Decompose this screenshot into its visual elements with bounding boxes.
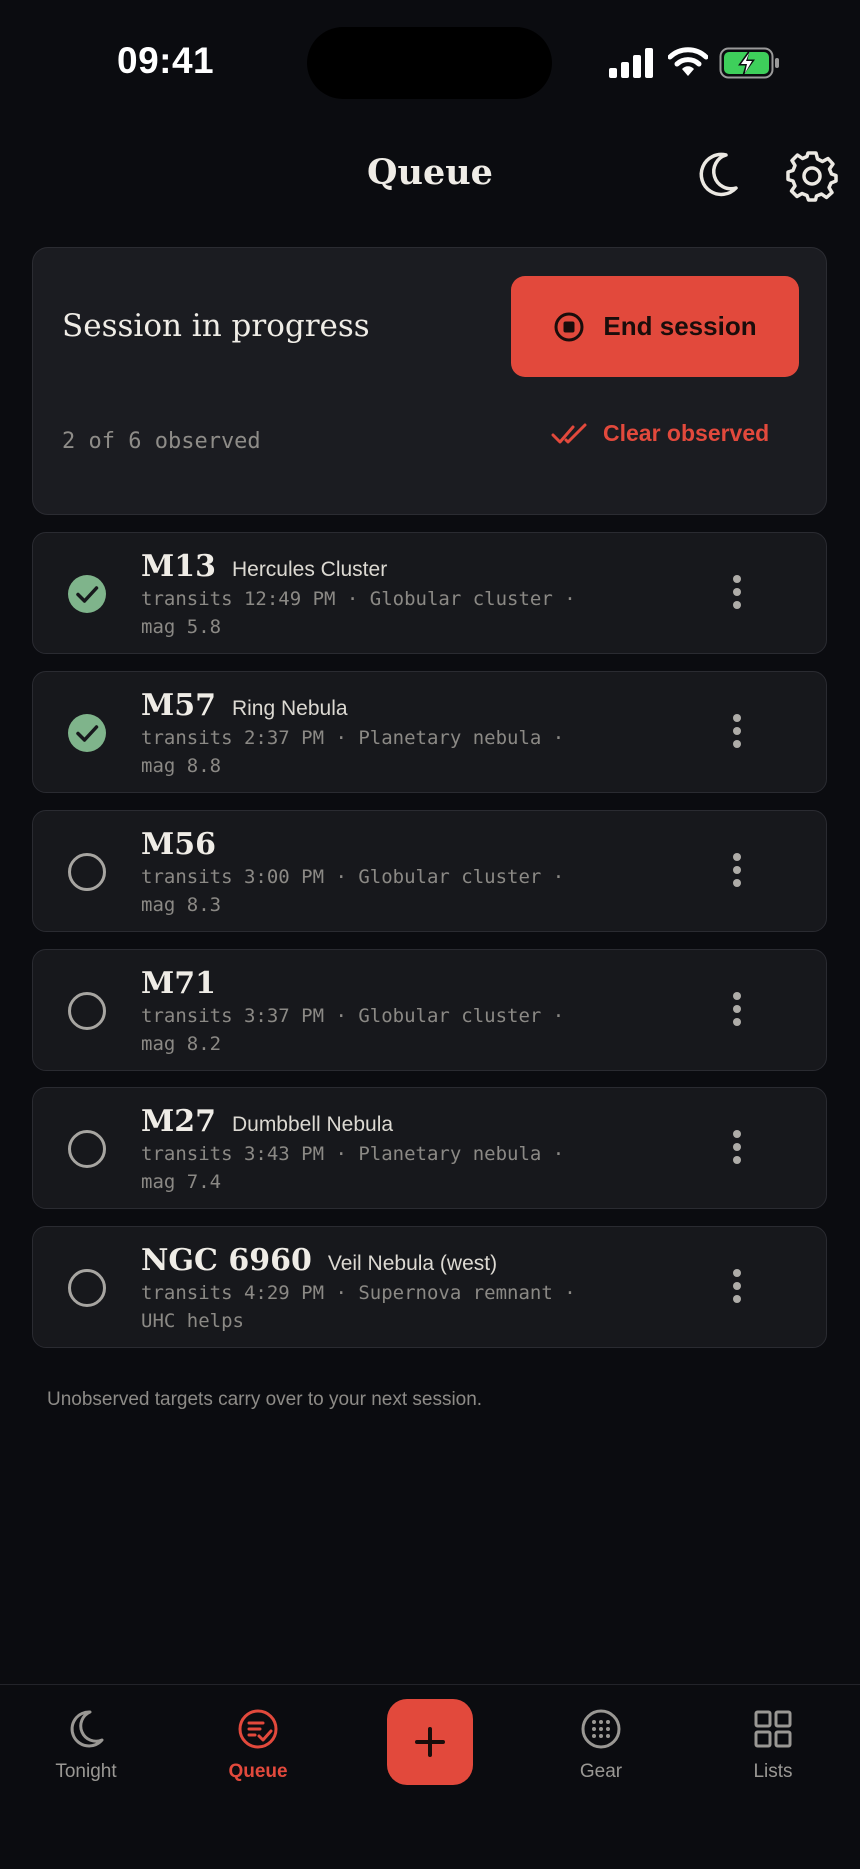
tab-gear[interactable]: Gear [541,1707,661,1783]
target-name: M27 [141,1104,216,1139]
moon-icon [70,1710,104,1748]
target-details: transits 3:43 PM · Planetary nebula · mag… [141,1143,565,1193]
target-name: M57 [141,688,216,723]
tab-tonight[interactable]: Tonight [26,1707,146,1783]
target-details: transits 4:29 PM · Supernova remnant · UH… [141,1282,576,1332]
observed-check-icon[interactable] [67,713,107,753]
target-common-name: Dumbbell Nebula [231,1113,394,1136]
target-common-name: Hercules Cluster [231,558,388,581]
more-options-icon[interactable] [727,1266,747,1310]
target-details: transits 3:00 PM · Globular cluster · mag… [141,866,565,916]
carry-over-note: Unobserved targets carry over to your ne… [47,1389,483,1410]
end-session-button[interactable]: End session [511,276,799,377]
target-row[interactable]: M27 Dumbbell Nebula transits 3:43 PM · Pl… [32,1087,827,1209]
status-bar: 09:41 [0,0,860,120]
tab-label: Tonight [55,1761,117,1782]
target-name: NGC 6960 [141,1243,312,1278]
tab-queue[interactable]: Queue [198,1707,318,1783]
target-details: transits 12:49 PM · Globular cluster · ma… [141,588,576,638]
target-row[interactable]: M13 Hercules Cluster transits 12:49 PM · … [32,532,827,654]
unobserved-circle-icon[interactable] [67,1268,107,1308]
session-title: Session in progress [62,308,370,344]
target-name: M56 [141,827,216,862]
more-options-icon[interactable] [727,989,747,1033]
target-row[interactable]: M71 transits 3:37 PM · Globular cluster … [32,949,827,1071]
unobserved-circle-icon[interactable] [67,852,107,892]
target-name: M13 [141,549,216,584]
gear-reticle-icon [581,1709,621,1749]
tab-label: Queue [228,1761,288,1782]
double-check-icon [551,423,587,443]
plus-icon [415,1727,445,1757]
tab-bar: Tonight Queue Gear Lists [0,1684,860,1869]
more-options-icon[interactable] [727,1127,747,1171]
queue-icon [238,1709,278,1749]
status-time: 09:41 [117,40,215,81]
target-common-name: Veil Nebula (west) [327,1252,498,1275]
wifi-icon [668,47,708,76]
dynamic-island [307,27,552,99]
unobserved-circle-icon[interactable] [67,1129,107,1169]
clear-observed-label: Clear observed [603,420,770,446]
end-session-label: End session [603,311,757,341]
target-row[interactable]: NGC 6960 Veil Nebula (west) transits 4:29… [32,1226,827,1348]
stop-icon [554,312,584,341]
more-options-icon[interactable] [727,711,747,755]
add-target-button[interactable] [387,1699,473,1785]
more-options-icon[interactable] [727,572,747,616]
battery-charging-icon [719,47,779,79]
target-row[interactable]: M57 Ring Nebula transits 2:37 PM · Planet… [32,671,827,793]
cellular-signal-icon [609,48,653,78]
tab-label: Lists [753,1761,793,1782]
grid-icon [754,1710,792,1748]
gear-icon[interactable] [786,150,838,202]
unobserved-circle-icon[interactable] [67,991,107,1031]
more-options-icon[interactable] [727,850,747,894]
observed-count: 2 of 6 observed [62,429,261,454]
target-details: transits 2:37 PM · Planetary nebula · mag… [141,727,565,777]
target-common-name: Ring Nebula [231,697,348,720]
target-details: transits 3:37 PM · Globular cluster · mag… [141,1005,565,1055]
session-card: Session in progress End session 2 of 6 o… [32,247,827,515]
target-row[interactable]: M56 transits 3:00 PM · Globular cluster … [32,810,827,932]
tab-label: Gear [579,1761,623,1782]
clear-observed-button[interactable]: Clear observed [551,420,769,447]
target-name: M71 [141,966,216,1001]
observed-check-icon[interactable] [67,574,107,614]
tab-lists[interactable]: Lists [713,1707,833,1783]
moon-icon[interactable] [696,150,744,198]
